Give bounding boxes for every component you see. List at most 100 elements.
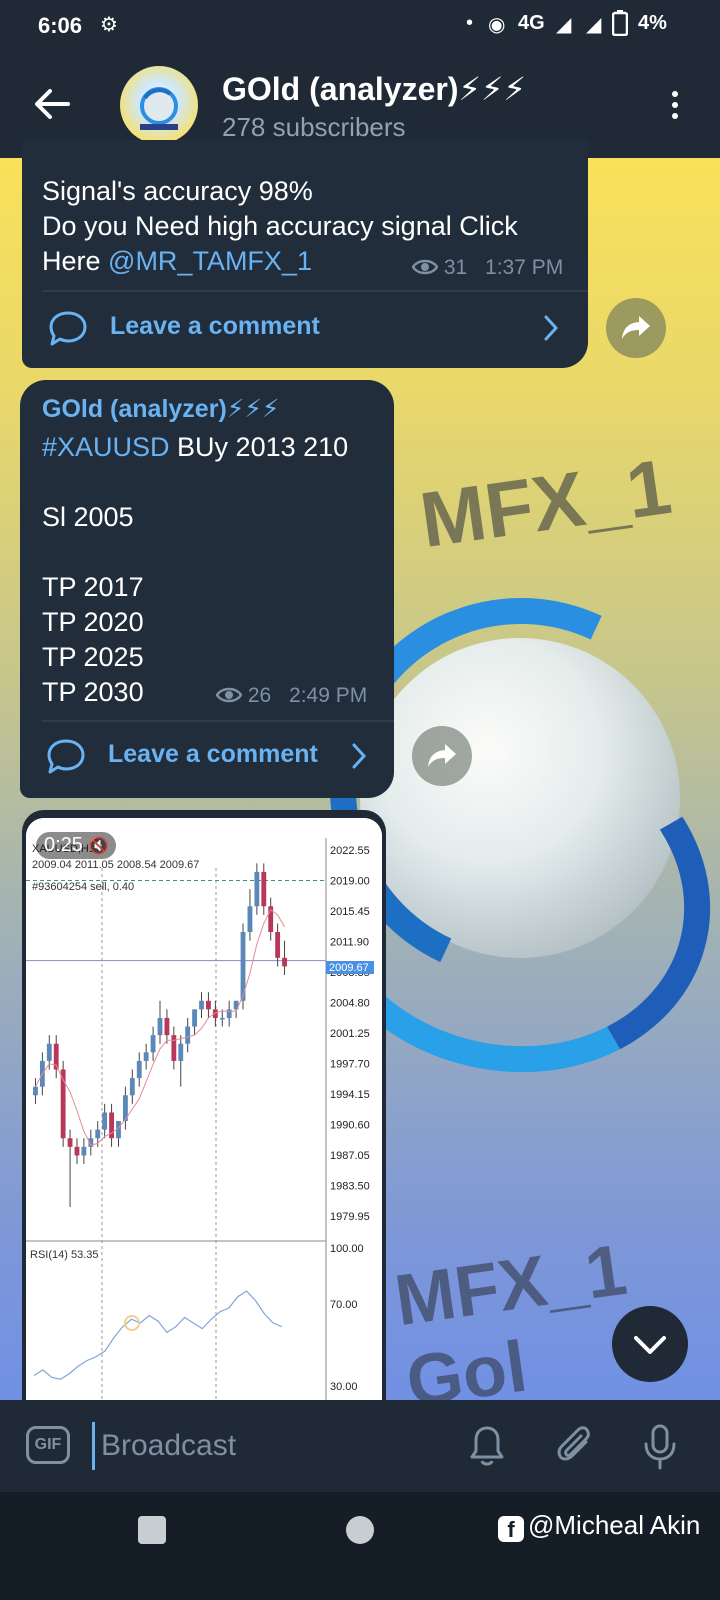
channel-title[interactable]: GOld (analyzer)⚡⚡⚡ [222,70,526,108]
hashtag-link[interactable]: #XAUUSD [42,432,170,462]
dot-icon [672,113,678,119]
message-sender[interactable]: GOld (analyzer)⚡⚡⚡ [42,394,279,424]
share-arrow-icon [622,316,650,339]
message-line-text: Here [42,246,109,276]
chevron-down-icon [634,1336,666,1354]
candle-body [136,1060,142,1079]
chevron-right-icon [352,743,367,769]
price-tick-label: 2022.55 [330,845,370,857]
eye-icon [215,687,243,703]
battery-icon [611,10,629,42]
price-tick-label: 2015.45 [330,906,370,918]
candle-body [150,1035,156,1053]
message-bubble[interactable]: Signal's accuracy 98% Do you Need high a… [22,140,588,368]
leave-comment-button[interactable]: Leave a comment [20,724,394,790]
rsi-tick: 30.00 [330,1381,358,1393]
subscriber-count: 278 subscribers [222,112,406,142]
candle-body [129,1078,135,1096]
candle-body [81,1146,87,1156]
price-tick-label: 2019.00 [330,876,370,888]
candle-body [206,1000,211,1010]
more-options-button[interactable] [660,88,690,128]
message-meta: 26 2:49 PM [215,684,368,708]
dot-icon [672,91,678,97]
attach-button[interactable] [556,1424,596,1473]
divider [42,720,394,722]
microphone-icon [644,1424,676,1470]
rsi-tick: 100.00 [330,1243,364,1255]
candle-body [261,871,267,907]
channel-avatar[interactable] [120,66,198,144]
arrow-left-icon [35,89,70,119]
hotspot-icon: ◉ [488,14,506,36]
take-profit-line: TP 2020 [42,607,144,637]
watermark: f @Micheal Akin [498,1510,700,1542]
back-button[interactable] [30,82,74,126]
candle-body [247,906,253,933]
candle-body [275,932,281,958]
system-navigation-bar: f @Micheal Akin [0,1492,720,1600]
video-message[interactable]: 2022.552019.002015.452011.902008.352004.… [22,810,386,1410]
mention-link[interactable]: @MR_TAMFX_1 [108,246,312,276]
wallpaper-text: MFX_1 [415,441,677,565]
bell-icon [470,1426,504,1466]
message-bubble[interactable]: GOld (analyzer)⚡⚡⚡ #XAUUSD BUy 2013 210 … [20,380,394,798]
message-time: 2:49 PM [289,684,368,707]
chart-ohlc-header: 2009.04 2011.05 2008.54 2009.67 [32,859,199,871]
candle-body [157,1017,163,1036]
price-tick-label: 1979.95 [330,1211,370,1223]
broadcast-input[interactable] [92,1422,441,1470]
settings-gear-icon: ⚙ [100,14,118,36]
scroll-down-button[interactable] [612,1306,688,1382]
share-arrow-icon [428,744,456,767]
comment-label: Leave a comment [110,312,320,340]
leave-comment-button[interactable]: Leave a comment [22,296,588,362]
candle-body [95,1129,101,1139]
candle-body [33,1086,38,1096]
notification-bell-button[interactable] [468,1424,506,1473]
candle-body [164,1017,170,1036]
candle-body [192,1009,198,1027]
message-text: #XAUUSD BUy 2013 210 Sl 2005 TP 2017 TP … [42,430,382,710]
paperclip-icon [557,1426,590,1461]
candle-body [178,1043,184,1061]
comment-icon [47,739,85,774]
dot-icon: • [466,12,474,34]
candle-body [74,1146,80,1156]
take-profit-line: TP 2025 [42,642,144,672]
candle-body [46,1043,52,1061]
candle-body [219,1017,225,1020]
price-tick-label: 2004.80 [330,998,370,1010]
price-tick-label: 1990.60 [330,1120,370,1132]
candle-body [282,957,287,967]
stop-loss-line: Sl 2005 [42,502,134,532]
candle-body [199,1000,204,1010]
forward-button[interactable] [412,726,472,786]
message-line-text: BUy 2013 210 [169,432,349,462]
message-line: Signal's accuracy 98% [42,176,313,206]
chart-screenshot[interactable]: 2022.552019.002015.452011.902008.352004.… [26,818,382,1410]
muted-speaker-icon: 🔇 [88,838,109,855]
price-tick-label: 1994.15 [330,1089,370,1101]
status-bar: 6:06 ⚙ • ◉ 4G ◢ ◢ 4% [0,0,720,54]
recent-apps-button[interactable] [138,1516,166,1544]
candle-body [254,871,260,907]
facebook-icon: f [498,1516,524,1542]
comment-label: Leave a comment [108,740,318,768]
view-count: 26 [247,684,272,707]
video-duration: 0:25 🔇 [36,832,117,859]
message-time: 1:37 PM [485,256,564,279]
view-count: 31 [443,256,468,279]
gif-button[interactable]: GIF [26,1426,70,1464]
forward-button[interactable] [606,298,666,358]
signal-icon: ◢ [586,14,602,36]
candle-body [102,1112,108,1130]
message-line: #XAUUSD BUy 2013 210 [42,430,382,465]
duration-text: 0:25 [44,834,83,856]
voice-record-button[interactable] [642,1424,678,1475]
home-button[interactable] [346,1516,374,1544]
divider [42,290,588,292]
candle-body [67,1138,73,1147]
price-tick-label: 1987.05 [330,1150,370,1162]
network-type: 4G [518,12,545,34]
